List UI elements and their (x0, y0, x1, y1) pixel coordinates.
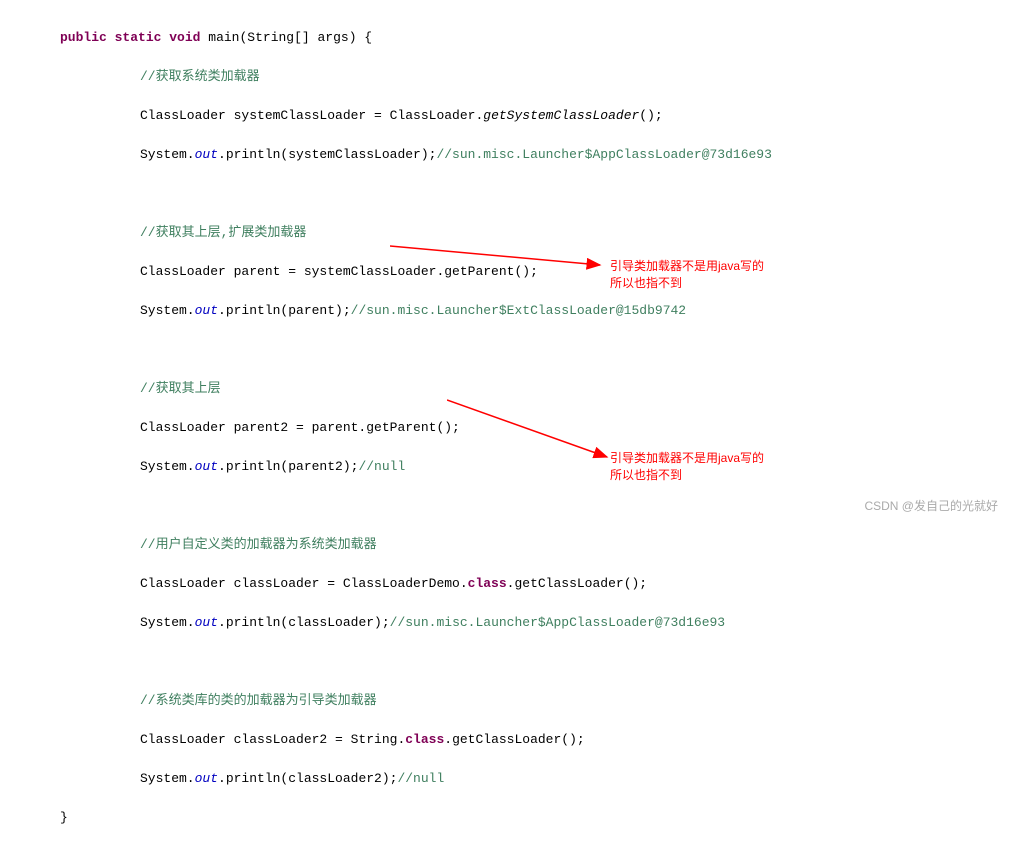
annotation-line: 所以也指不到 (610, 467, 764, 484)
code-text: ClassLoader parent = systemClassLoader.g… (140, 264, 538, 279)
annotation-line: 所以也指不到 (610, 275, 764, 292)
code-text: System. (140, 615, 195, 630)
comment: //sun.misc.Launcher$ExtClassLoader@15db9… (351, 303, 686, 318)
close-brace: } (60, 808, 1012, 828)
code-text: System. (140, 147, 195, 162)
comment: //获取系统类加载器 (140, 69, 260, 84)
comment: //null (358, 459, 405, 474)
field-out: out (195, 303, 218, 318)
method-signature: public static void main(String[] args) { (60, 28, 1012, 48)
annotation-text: 引导类加载器不是用java写的 所以也指不到 (610, 450, 764, 484)
comment: //获取其上层,扩展类加载器 (140, 225, 306, 240)
code-text: .println(classLoader2); (218, 771, 397, 786)
code-text: .getClassLoader(); (507, 576, 647, 591)
code-text: System. (140, 459, 195, 474)
static-method: getSystemClassLoader (483, 108, 639, 123)
comment: //null (397, 771, 444, 786)
code-block: public static void main(String[] args) {… (0, 0, 1012, 847)
watermark-text: CSDN @发自己的光就好 (864, 497, 998, 515)
annotation-line: 引导类加载器不是用java写的 (610, 258, 764, 275)
code-text: System. (140, 303, 195, 318)
code-text: ClassLoader classLoader = ClassLoaderDem… (140, 576, 468, 591)
field-out: out (195, 147, 218, 162)
code-text: .println(parent2); (218, 459, 358, 474)
field-out: out (195, 459, 218, 474)
code-text: ClassLoader systemClassLoader = ClassLoa… (140, 108, 483, 123)
code-text: .getClassLoader(); (444, 732, 584, 747)
code-text: ClassLoader classLoader2 = String. (140, 732, 405, 747)
comment: //系统类库的类的加载器为引导类加载器 (140, 693, 377, 708)
code-text: ClassLoader parent2 = parent.getParent()… (140, 420, 460, 435)
code-text: (); (639, 108, 662, 123)
keyword-public: public (60, 30, 107, 45)
field-out: out (195, 615, 218, 630)
code-text: System. (140, 771, 195, 786)
annotation-text: 引导类加载器不是用java写的 所以也指不到 (610, 258, 764, 292)
code-text: .println(classLoader); (218, 615, 390, 630)
field-out: out (195, 771, 218, 786)
keyword-class: class (405, 732, 444, 747)
keyword-void: void (169, 30, 200, 45)
code-text: .println(parent); (218, 303, 351, 318)
comment: //用户自定义类的加载器为系统类加载器 (140, 537, 377, 552)
keyword-static: static (115, 30, 162, 45)
method-name: main(String[] args) { (208, 30, 372, 45)
comment: //sun.misc.Launcher$AppClassLoader@73d16… (390, 615, 725, 630)
keyword-class: class (468, 576, 507, 591)
code-text: .println(systemClassLoader); (218, 147, 436, 162)
comment: //获取其上层 (140, 381, 221, 396)
annotation-line: 引导类加载器不是用java写的 (610, 450, 764, 467)
comment: //sun.misc.Launcher$AppClassLoader@73d16… (436, 147, 771, 162)
